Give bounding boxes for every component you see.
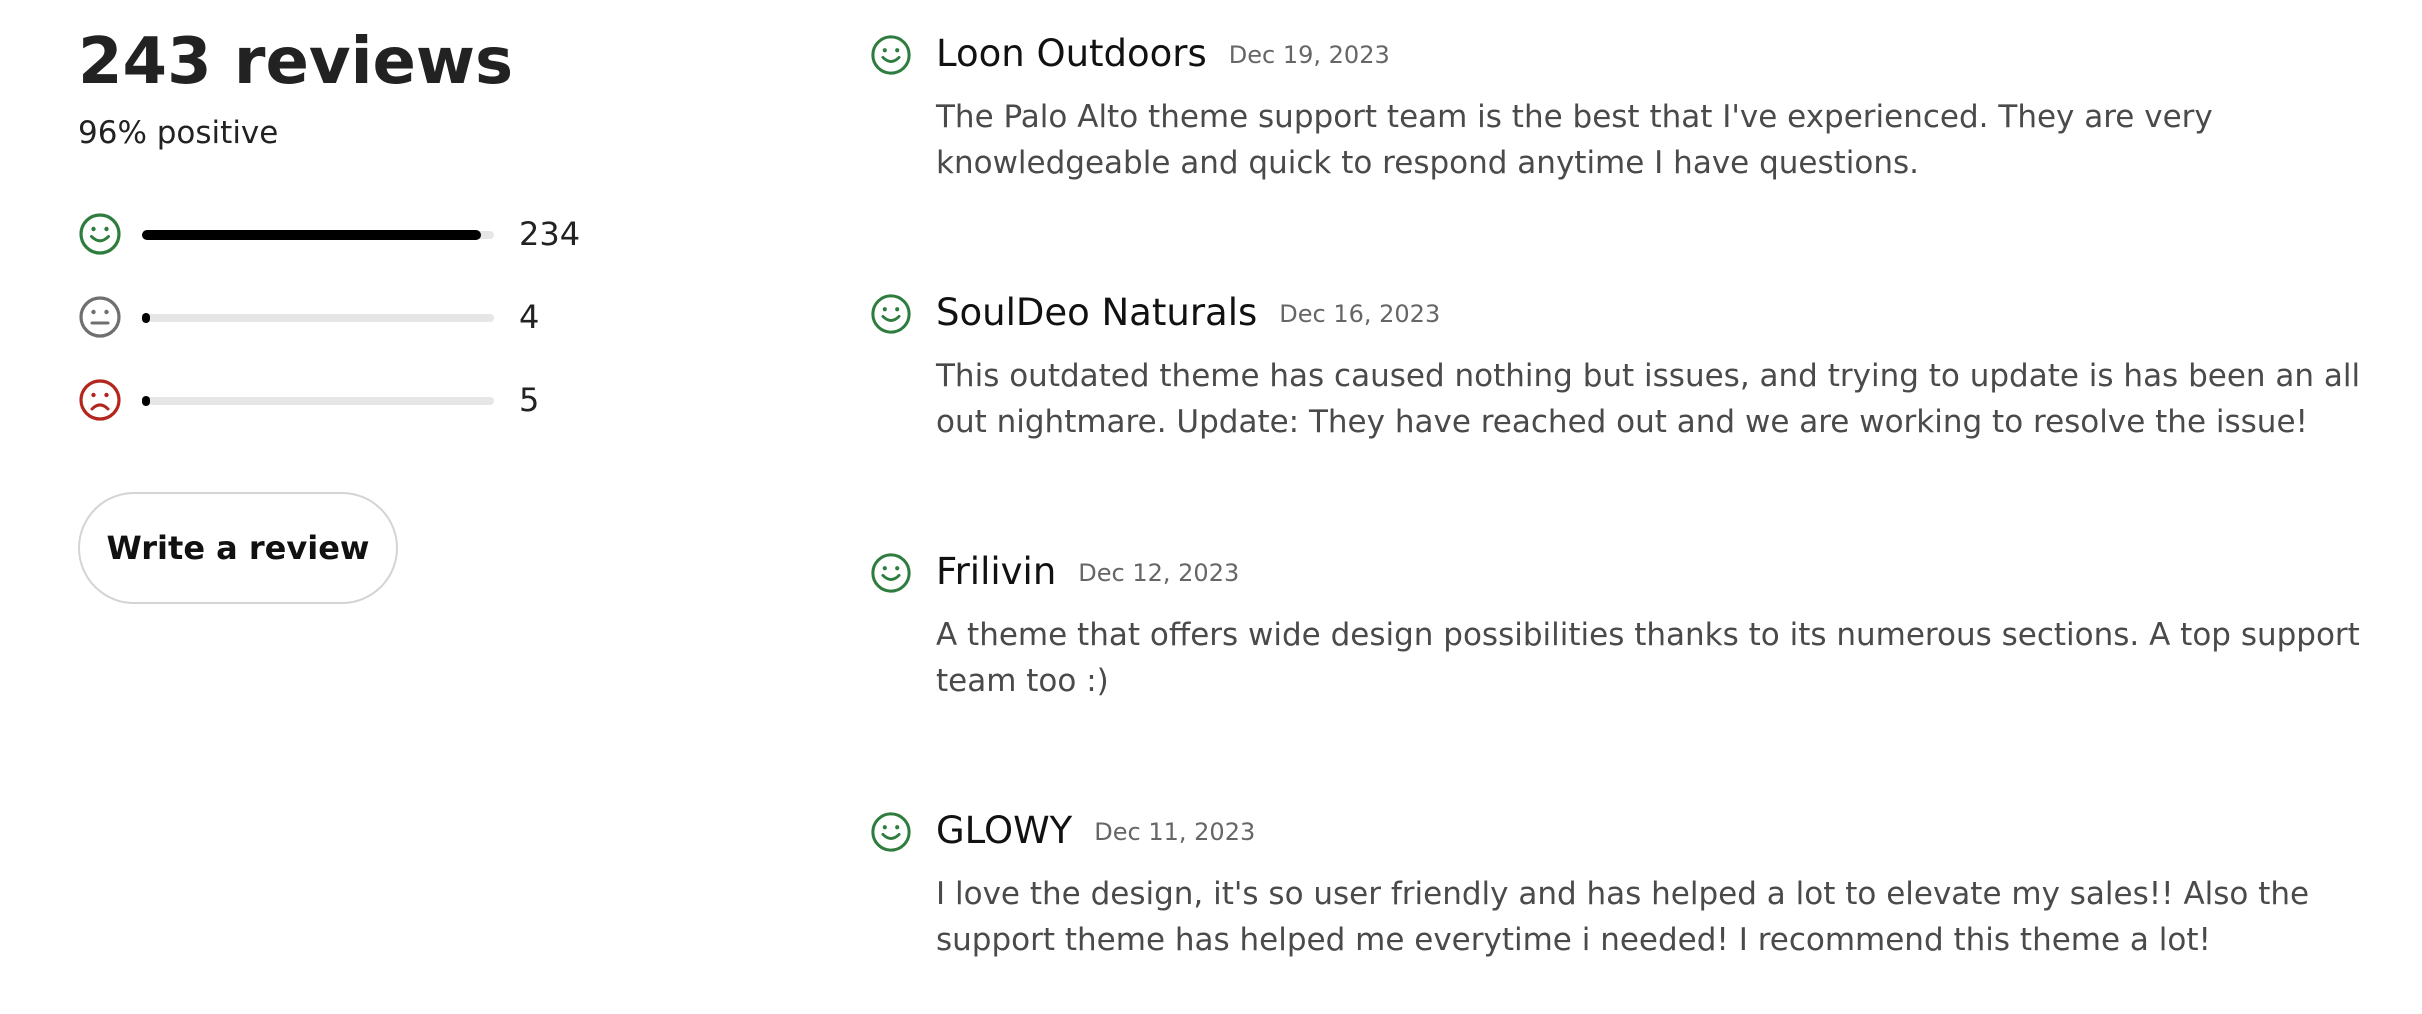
review-date: Dec 12, 2023 <box>1078 559 1240 587</box>
smile-face-icon <box>871 294 911 334</box>
review-text: This outdated theme has caused nothing b… <box>936 358 2361 440</box>
review-author: Frilivin <box>936 550 1057 593</box>
rating-row-neutral: 4 <box>78 295 638 339</box>
review-header: Frilivin Dec 12, 2023 <box>936 550 1239 595</box>
neutral-face-icon <box>79 296 121 338</box>
review-date: Dec 11, 2023 <box>1094 818 1256 846</box>
write-review-button[interactable]: Write a review <box>78 492 398 604</box>
review-header: Loon Outdoors Dec 19, 2023 <box>936 32 1390 77</box>
review-text: The Palo Alto theme support team is the … <box>936 99 2213 181</box>
smile-face-icon <box>871 35 911 75</box>
rating-bar-fill-positive <box>142 230 481 240</box>
review-header: GLOWY Dec 11, 2023 <box>936 809 1255 854</box>
rating-count-negative: 5 <box>519 381 540 419</box>
rating-row-positive: 234 <box>78 212 638 256</box>
smile-face-icon <box>79 213 121 255</box>
review-author: GLOWY <box>936 809 1073 852</box>
positive-percentage: 96% positive <box>78 115 279 151</box>
rating-count-positive: 234 <box>519 215 581 253</box>
rating-bar-fill-negative <box>142 396 150 406</box>
rating-bar-fill-neutral <box>142 313 150 323</box>
review-count-title: 243 reviews <box>78 25 514 99</box>
review-text: A theme that offers wide design possibil… <box>936 617 2360 699</box>
review-summary: 243 reviews 96% positive 234 4 5 Write a… <box>78 0 778 604</box>
rating-row-negative: 5 <box>78 378 638 422</box>
review-text: I love the design, it's so user friendly… <box>936 876 2310 958</box>
rating-count-neutral: 4 <box>519 298 540 336</box>
rating-bar-neutral <box>142 313 494 323</box>
rating-bar-positive <box>142 230 494 240</box>
rating-bar-negative <box>142 396 494 406</box>
review-date: Dec 19, 2023 <box>1228 41 1390 69</box>
review-date: Dec 16, 2023 <box>1279 300 1441 328</box>
sad-face-icon <box>79 379 121 421</box>
review-author: Loon Outdoors <box>936 32 1207 75</box>
smile-face-icon <box>871 553 911 593</box>
review-header: SoulDeo Naturals Dec 16, 2023 <box>936 291 1440 336</box>
review-author: SoulDeo Naturals <box>936 291 1258 334</box>
smile-face-icon <box>871 812 911 852</box>
